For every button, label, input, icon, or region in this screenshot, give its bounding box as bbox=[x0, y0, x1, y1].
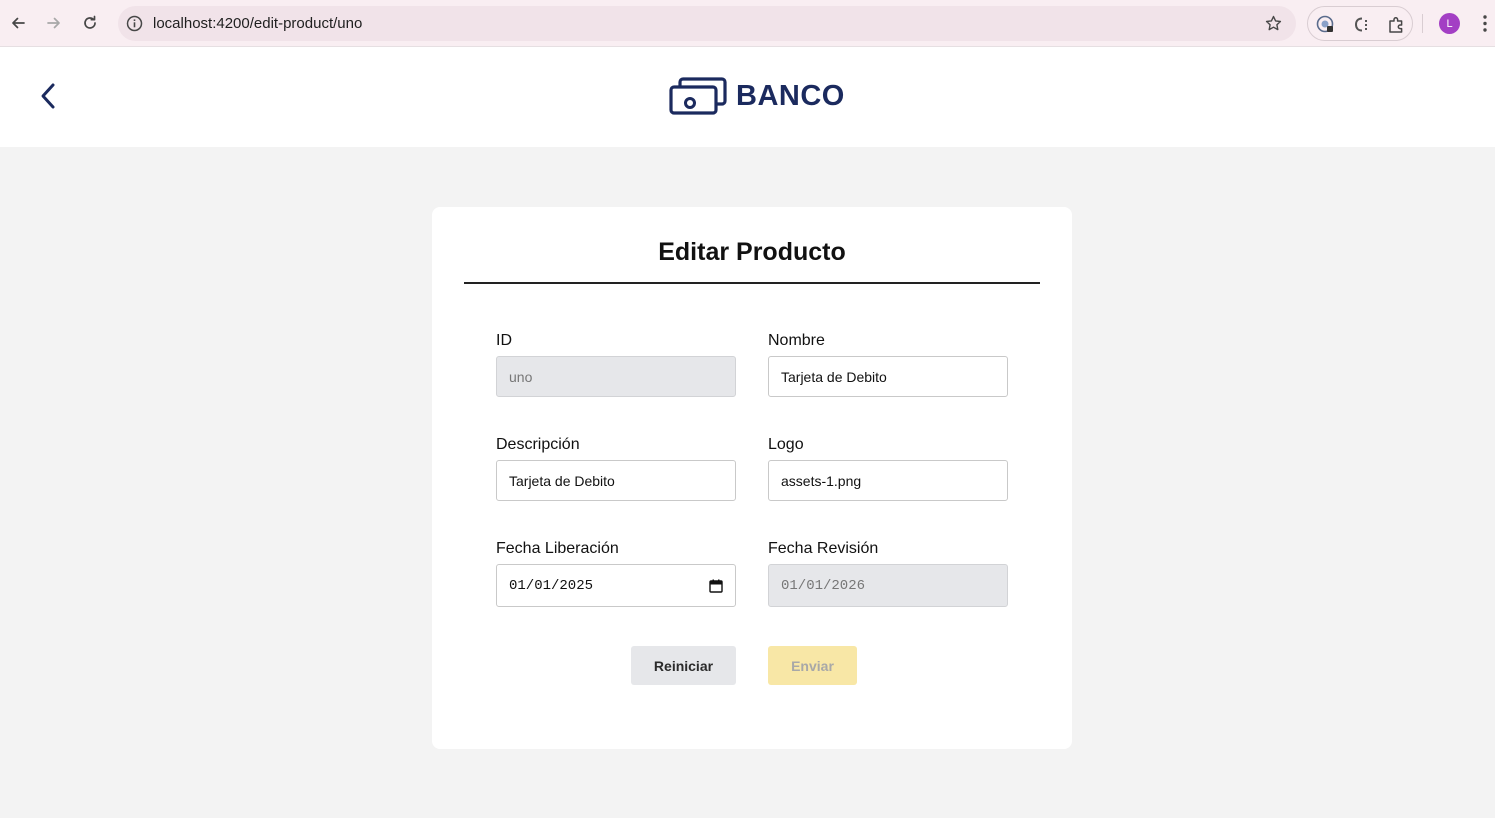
nombre-input[interactable]: Tarjeta de Debito bbox=[768, 356, 1008, 397]
fecha-liberacion-value: 01/01/2025 bbox=[509, 577, 594, 594]
app-header: BANCO bbox=[0, 47, 1495, 147]
submit-button[interactable]: Enviar bbox=[768, 646, 857, 685]
profile-avatar[interactable]: L bbox=[1439, 13, 1460, 34]
fecha-revision-input: 01/01/2026 bbox=[768, 564, 1008, 607]
brand-logo: BANCO bbox=[668, 75, 845, 117]
fecha-revision-label: Fecha Revisión bbox=[768, 540, 879, 557]
arrow-left-icon bbox=[12, 17, 25, 29]
fecha-liberacion-field: Fecha Liberación 01/01/2025 bbox=[496, 540, 736, 607]
browser-toolbar: localhost:4200/edit-product/uno L bbox=[0, 0, 1495, 47]
money-bills-icon bbox=[669, 77, 727, 115]
descripcion-label: Descripción bbox=[496, 436, 580, 453]
fecha-liberacion-label: Fecha Liberación bbox=[496, 540, 619, 557]
toolbar-divider bbox=[1422, 14, 1423, 33]
back-button[interactable] bbox=[34, 79, 62, 113]
browser-reload-button[interactable] bbox=[79, 12, 101, 34]
fecha-revision-value: 01/01/2026 bbox=[781, 577, 866, 594]
fecha-liberacion-input[interactable]: 01/01/2025 bbox=[496, 564, 736, 607]
logo-label: Logo bbox=[768, 436, 804, 453]
extensions-group bbox=[1307, 6, 1413, 41]
nombre-field: Nombre Tarjeta de Debito bbox=[768, 332, 1008, 397]
title-divider bbox=[464, 282, 1040, 284]
fecha-revision-field: Fecha Revisión 01/01/2026 bbox=[768, 540, 1008, 607]
brand-name: BANCO bbox=[736, 79, 845, 112]
reset-button[interactable]: Reiniciar bbox=[631, 646, 736, 685]
address-bar[interactable]: localhost:4200/edit-product/uno bbox=[118, 6, 1296, 41]
nombre-label: Nombre bbox=[768, 332, 825, 349]
arrow-right-icon bbox=[47, 17, 60, 29]
bookmark-star-icon[interactable] bbox=[1265, 15, 1282, 32]
logo-field: Logo assets-1.png bbox=[768, 436, 1008, 501]
site-info-icon[interactable] bbox=[126, 15, 143, 32]
code-extension-icon[interactable] bbox=[1352, 15, 1371, 34]
edit-product-card: Editar Producto ID uno Nombre Tarjeta de… bbox=[432, 207, 1072, 749]
url-text[interactable]: localhost:4200/edit-product/uno bbox=[153, 15, 362, 32]
calendar-icon[interactable] bbox=[709, 579, 723, 593]
browser-forward-button[interactable] bbox=[43, 12, 65, 34]
password-extension-icon[interactable] bbox=[1316, 15, 1335, 34]
descripcion-input[interactable]: Tarjeta de Debito bbox=[496, 460, 736, 501]
id-input: uno bbox=[496, 356, 736, 397]
browser-back-button[interactable] bbox=[7, 12, 29, 34]
descripcion-field: Descripción Tarjeta de Debito bbox=[496, 436, 736, 501]
logo-input[interactable]: assets-1.png bbox=[768, 460, 1008, 501]
reload-icon bbox=[84, 15, 96, 29]
id-field: ID uno bbox=[496, 332, 736, 397]
extensions-puzzle-icon[interactable] bbox=[1387, 15, 1406, 34]
page-title: Editar Producto bbox=[658, 238, 846, 266]
browser-menu-icon[interactable] bbox=[1477, 14, 1493, 33]
id-label: ID bbox=[496, 332, 512, 349]
chevron-left-icon bbox=[41, 83, 55, 109]
